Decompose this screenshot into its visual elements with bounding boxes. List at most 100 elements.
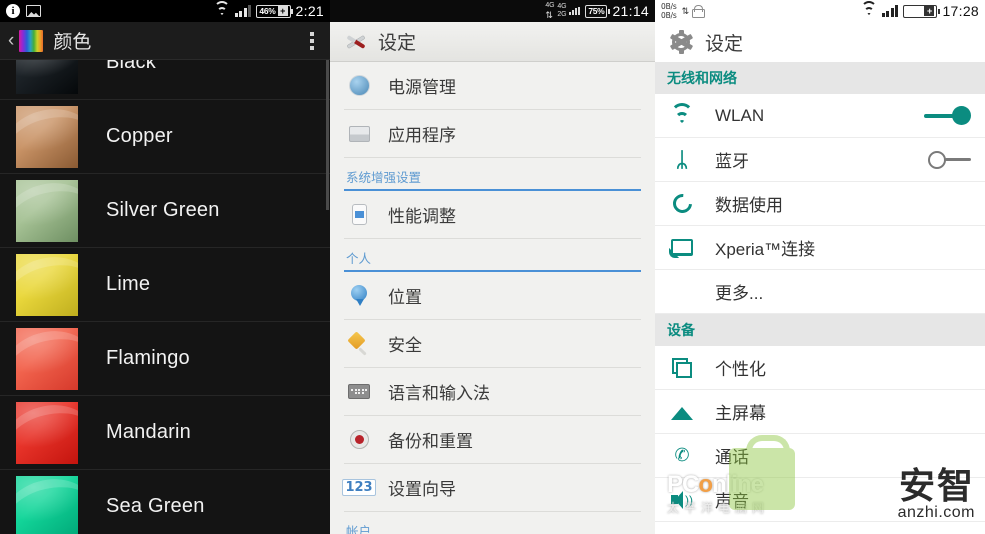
settings-list-item[interactable]: WLAN [655, 94, 985, 138]
color-swatch [16, 179, 78, 242]
settings-list-item[interactable]: 123 设置向导 [342, 464, 641, 512]
settings-list-item[interactable]: 位置 [344, 272, 641, 320]
settings-list-item[interactable]: 主屏幕 [655, 390, 985, 434]
status-right-icons: 46% + 2:21 [213, 1, 324, 19]
photo-icon [26, 5, 41, 17]
phone-icon: ✆ [674, 444, 690, 466]
settings-item-label: 备份和重置 [388, 432, 473, 451]
wifi-icon [667, 102, 697, 127]
settings-list-item[interactable]: 应用程序 [344, 110, 641, 158]
battery-indicator: 75% [585, 4, 611, 18]
battery-indicator: 46% + [256, 4, 294, 18]
personalize-icon [667, 357, 697, 378]
color-name: Black [106, 60, 156, 73]
data-rate-indicator: 0B/s 0B/s [661, 2, 677, 20]
section-header: 个人 [344, 239, 641, 272]
kebab-menu-icon[interactable] [302, 28, 322, 54]
status-right-icons: 38% + 17:28 [860, 1, 979, 19]
apps-icon [344, 125, 374, 142]
panel2-app-bar: 设定 [330, 22, 655, 62]
settings-list-item[interactable]: 性能调整 [344, 191, 641, 239]
settings-item-label: 安全 [388, 336, 422, 355]
panel3-app-bar: 设定 [655, 22, 985, 62]
location-icon [344, 285, 374, 306]
settings-list[interactable]: 无线和网络 WLAN ᛦ 蓝牙 数据使用 Xperia™连接 更多... 设备 个性化 主屏幕 ✆ 通… [655, 62, 985, 522]
settings-list-item[interactable]: 个性化 [655, 346, 985, 390]
color-list[interactable]: Black Copper Silver Green Lime Flamingo Manda… [0, 60, 330, 534]
color-list-item[interactable]: Silver Green [0, 174, 330, 248]
switch-on[interactable] [924, 106, 971, 125]
settings-list-item[interactable]: 语言和输入法 [344, 368, 641, 416]
section-header: 设备 [655, 314, 985, 346]
charging-icon: + [924, 6, 935, 16]
settings-item-label: 通话 [715, 448, 749, 467]
settings-item-label: 电源管理 [388, 78, 456, 97]
settings-list-item[interactable]: 备份和重置 [344, 416, 641, 464]
gear-icon [669, 30, 693, 54]
settings-item-label: 设置向导 [388, 480, 456, 499]
page-title: 设定 [378, 33, 417, 54]
color-swatch [16, 475, 78, 534]
settings-list-item[interactable]: )) 声音 [655, 478, 985, 522]
settings-item-label: 应用程序 [388, 126, 456, 145]
settings-item-label: 声音 [715, 492, 749, 511]
cast-icon [667, 239, 697, 258]
settings-list-item[interactable]: 电源管理 [344, 62, 641, 110]
security-icon [344, 333, 374, 354]
battery-percent: 46% [259, 6, 276, 16]
switch-off[interactable] [928, 150, 971, 169]
color-list-item[interactable]: Mandarin [0, 396, 330, 470]
backup-icon [344, 430, 374, 449]
settings-list-item[interactable]: ✆ 通话 [655, 434, 985, 478]
signal-icon [569, 6, 581, 15]
settings-list-item[interactable]: 更多... [655, 270, 985, 314]
settings-list-item[interactable]: 数据使用 [655, 182, 985, 226]
settings-list-item[interactable]: Xperia™连接 [655, 226, 985, 270]
settings-item-label: 蓝牙 [715, 152, 749, 171]
settings-item-label: 位置 [388, 288, 422, 307]
rate-up: 0B/s [661, 2, 677, 11]
settings-item-label: 性能调整 [388, 207, 456, 226]
lock-icon [692, 4, 706, 18]
color-list-item[interactable]: Flamingo [0, 322, 330, 396]
charging-icon: + [277, 6, 288, 16]
section-header: 帐户 [344, 512, 641, 534]
bluetooth-icon: ᛦ [675, 147, 689, 172]
settings-item-label: Xperia™连接 [715, 240, 816, 259]
data-transfer-icon: ⇅ [681, 5, 689, 16]
settings-list[interactable]: 电源管理应用程序系统增强设置性能调整个人位置安全语言和输入法备份和重置 123 设置… [330, 62, 655, 534]
status-left-icons: i [6, 4, 41, 18]
three-phone-screenshots: i 46% + 2:21 ‹ 颜色 Black Copper Silver Gree… [0, 0, 985, 534]
page-title: 设定 [705, 33, 744, 55]
panel1-status-bar: i 46% + 2:21 [0, 0, 330, 22]
color-list-item[interactable]: Sea Green [0, 470, 330, 534]
panel3-status-bar: 0B/s 0B/s ⇅ 38% + 17:28 [655, 0, 985, 22]
color-list-item[interactable]: Copper [0, 100, 330, 174]
color-name: Flamingo [106, 347, 190, 369]
panel1-app-bar: ‹ 颜色 [0, 22, 330, 60]
back-icon[interactable]: ‹ [8, 30, 14, 52]
scrollbar-thumb[interactable] [326, 60, 329, 210]
color-swatch [16, 327, 78, 390]
section-header: 系统增强设置 [344, 158, 641, 191]
panel-color-picker: i 46% + 2:21 ‹ 颜色 Black Copper Silver Gree… [0, 0, 330, 534]
sound-icon: )) [667, 490, 697, 509]
color-swatch [16, 105, 78, 168]
tools-icon [344, 31, 368, 53]
settings-list-item[interactable]: ᛦ 蓝牙 [655, 138, 985, 182]
color-swatch [16, 253, 78, 316]
panel-settings-grey: 4G ⇅ 4G 2G 75% 21:14 设定 电源管理 应用程序 系统增强设置 性能… [330, 0, 655, 534]
color-name: Mandarin [106, 421, 191, 443]
settings-item-label: 主屏幕 [715, 404, 766, 423]
settings-item-label: 更多... [715, 284, 764, 303]
color-name: Silver Green [106, 199, 220, 221]
color-list-item[interactable]: Lime [0, 248, 330, 322]
settings-item-label: 数据使用 [715, 196, 783, 215]
sim1-label: 4G [557, 2, 567, 10]
color-swatch [16, 401, 78, 464]
home-icon [667, 404, 697, 420]
data-usage-icon [667, 190, 697, 217]
settings-list-item[interactable]: 安全 [344, 320, 641, 368]
status-clock: 17:28 [942, 3, 979, 19]
color-list-item[interactable]: Black [0, 60, 330, 100]
